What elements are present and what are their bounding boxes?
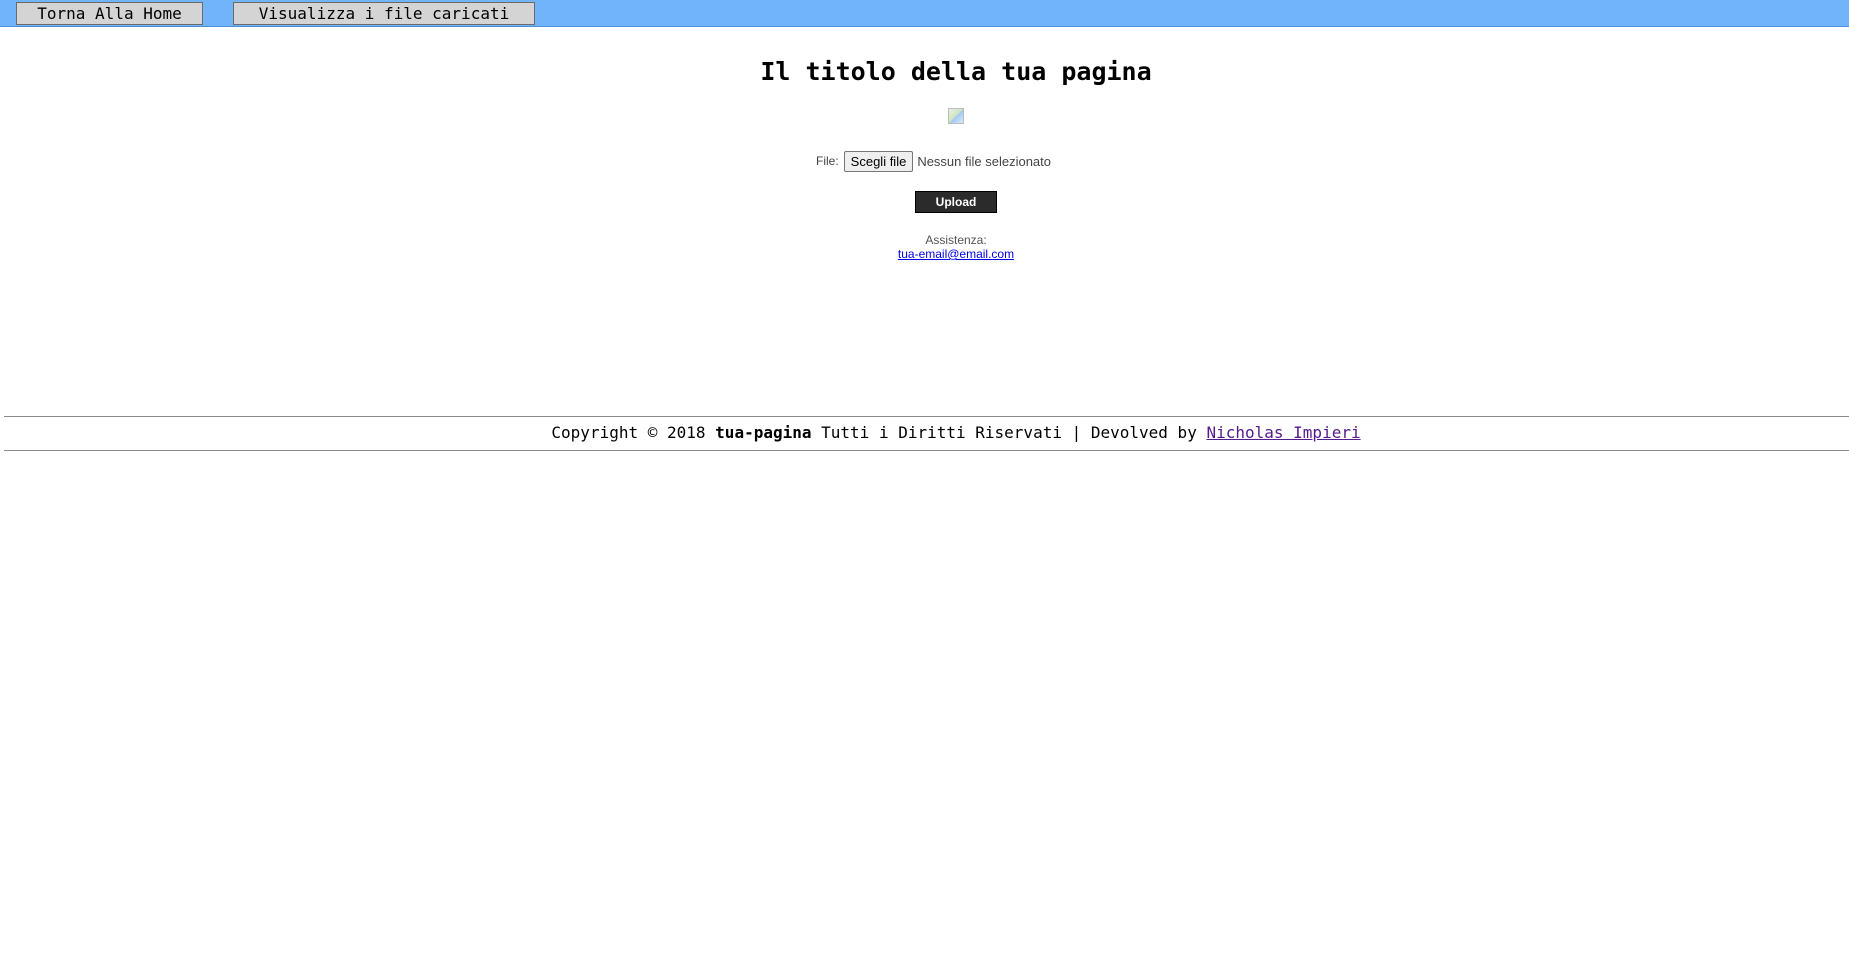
footer-top-divider	[4, 416, 1849, 417]
author-link[interactable]: Nicholas Impieri	[1206, 423, 1360, 442]
support-label: Assistenza:	[925, 233, 987, 247]
home-button[interactable]: Torna Alla Home	[16, 2, 203, 25]
choose-file-button[interactable]: Scegli file	[843, 150, 914, 172]
view-uploaded-files-button[interactable]: Visualizza i file caricati	[233, 2, 535, 25]
rights-text: Tutti i Diritti Riservati | Devolved by	[821, 423, 1197, 442]
page-title: Il titolo della tua pagina	[760, 57, 1152, 86]
broken-image-icon	[948, 108, 964, 124]
footer-bottom-divider	[4, 450, 1849, 451]
support-section: Assistenza: tua-email@email.com	[0, 233, 1849, 261]
file-status-text: Nessun file selezionato	[917, 153, 1052, 169]
upload-button[interactable]: Upload	[915, 191, 997, 213]
file-upload-field: File: Scegli file Nessun file selezionat…	[816, 150, 1051, 172]
footer: Copyright © 2018 tua-pagina Tutti i Diri…	[0, 423, 1849, 443]
copyright-text: Copyright © 2018	[551, 423, 706, 442]
support-email-link[interactable]: tua-email@email.com	[898, 247, 1014, 261]
site-name: tua-pagina	[715, 423, 812, 442]
top-nav-bar: Torna Alla Home Visualizza i file carica…	[0, 0, 1849, 27]
file-label: File:	[816, 154, 839, 168]
